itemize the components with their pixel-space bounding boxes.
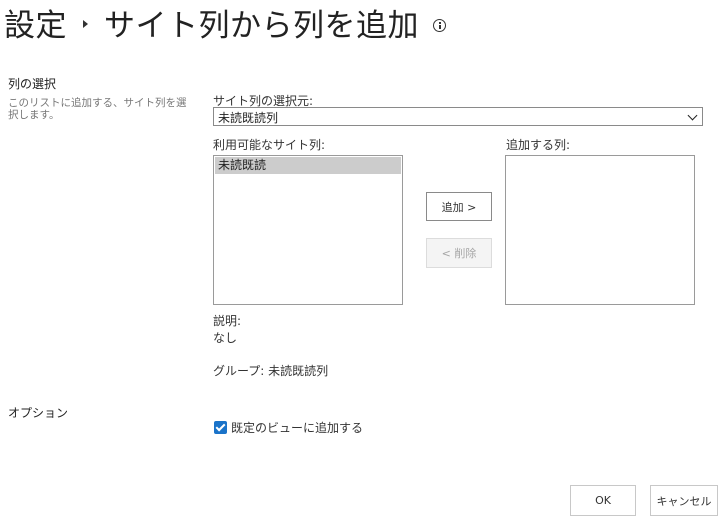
add-column-button[interactable]: 追加 >	[426, 192, 492, 221]
site-column-source-value: 未読既読列	[218, 111, 279, 125]
columns-to-add-listbox[interactable]	[505, 155, 695, 305]
description-value: なし	[213, 331, 238, 345]
add-to-default-view-option[interactable]: 既定のビューに追加する	[214, 419, 363, 436]
columns-section-label: 列の選択	[8, 77, 57, 91]
breadcrumb-settings-link[interactable]: 設定	[4, 0, 67, 45]
columns-section-description: このリストに追加する、サイト列を選択します。	[8, 97, 187, 121]
info-icon[interactable]	[433, 18, 446, 32]
options-section-label: オプション	[8, 406, 69, 420]
site-column-source-select[interactable]: 未読既読列	[213, 107, 703, 126]
breadcrumb-separator-icon	[83, 20, 88, 28]
page-header: 設定 サイト列から列を追加	[4, 0, 446, 44]
ok-button[interactable]: OK	[570, 485, 636, 516]
available-columns-label: 利用可能なサイト列:	[213, 138, 326, 152]
add-to-default-view-label: 既定のビューに追加する	[231, 421, 364, 435]
description-label: 説明:	[213, 314, 242, 328]
list-item[interactable]: 未読既読	[215, 157, 401, 174]
page-title: サイト列から列を追加	[104, 7, 419, 44]
group-info: グループ: 未読既読列	[213, 362, 328, 379]
remove-column-button[interactable]: < 削除	[426, 238, 492, 268]
add-to-default-view-checkbox[interactable]	[214, 421, 227, 434]
cancel-button[interactable]: キャンセル	[650, 485, 718, 516]
group-value: 未読既読列	[268, 364, 329, 378]
chevron-down-icon	[687, 110, 698, 121]
columns-to-add-label: 追加する列:	[506, 138, 571, 152]
group-label: グループ:	[213, 364, 265, 378]
available-columns-listbox[interactable]: 未読既読	[213, 155, 403, 305]
